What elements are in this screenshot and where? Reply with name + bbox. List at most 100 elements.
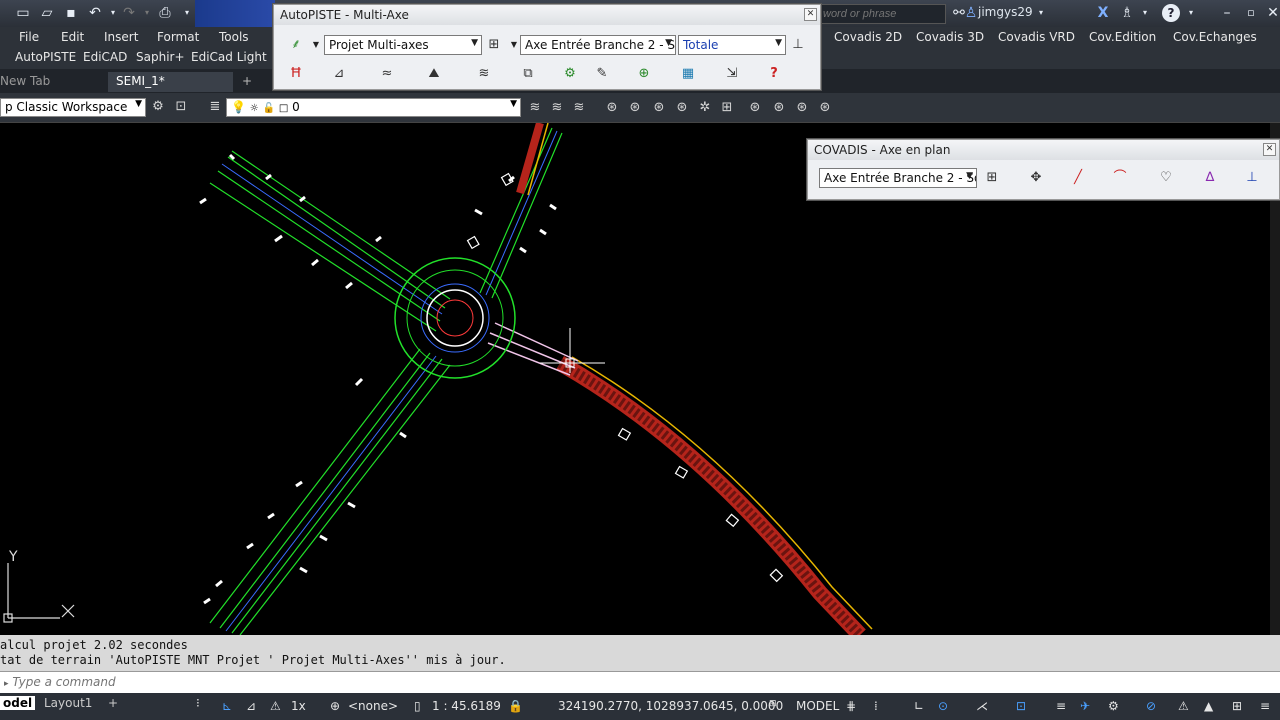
command-input[interactable] <box>12 675 613 689</box>
layer-tool-6-icon[interactable]: ⊛ <box>650 99 668 117</box>
profile-icon[interactable]: ⊥ <box>788 35 808 55</box>
project-select[interactable]: Projet Multi-axes ▼ <box>324 35 482 55</box>
chevron-down-icon[interactable]: ▼ <box>306 35 326 55</box>
otrack-icon[interactable]: ⊡ <box>1016 699 1026 713</box>
layer-tool-7-icon[interactable]: ⊛ <box>673 99 691 117</box>
user-dropdown-icon[interactable]: ▾ <box>1032 4 1050 22</box>
help-icon[interactable]: ? <box>764 64 784 84</box>
menu-saphir[interactable]: Saphir+ <box>136 50 185 64</box>
covadis-axis-select[interactable]: Axe Entrée Branche 2 - Sortie▼ <box>819 168 977 188</box>
user-name[interactable]: jimgys29 <box>978 5 1033 19</box>
line-icon[interactable]: ╱ <box>1068 168 1088 188</box>
curve-tool-icon[interactable]: ♡ <box>1156 168 1176 188</box>
layer-tool-11-icon[interactable]: ⊛ <box>770 99 788 117</box>
axis-select[interactable]: Axe Entrée Branche 2 - Sorti▼ <box>520 35 676 55</box>
layer-select[interactable]: 💡 ☼ 🔓 □ 0 ▼ <box>226 98 521 117</box>
long-profile-icon[interactable]: ⊿ <box>329 64 349 84</box>
polar-icon[interactable]: ⊙ <box>938 699 948 713</box>
add-layout-icon[interactable]: + <box>108 696 118 710</box>
clean-screen-icon[interactable]: ▲ <box>1204 699 1213 713</box>
grid-icon[interactable]: ⋕ <box>846 699 856 713</box>
command-line[interactable]: ▸ <box>0 671 1280 693</box>
print-icon[interactable]: ⎙ <box>156 4 174 22</box>
grid-axis-icon[interactable]: ⊞ <box>982 168 1002 188</box>
layer-tool-8-icon[interactable]: ✲ <box>696 99 714 117</box>
menu-file[interactable]: File <box>19 30 39 44</box>
settings-icon[interactable]: ⚙ <box>560 64 580 84</box>
tab-layout1[interactable]: Layout1 <box>44 696 92 710</box>
terrain-icon[interactable]: ⛰ <box>424 64 444 84</box>
menu-covadis-3d[interactable]: Covadis 3D <box>916 30 984 44</box>
redo-dropdown-icon[interactable]: ▾ <box>138 4 156 22</box>
account-icon[interactable]: ♗ <box>1118 4 1136 22</box>
tab-semi-1[interactable]: SEMI_1* <box>108 72 233 92</box>
menu-covadis-2d[interactable]: Covadis 2D <box>834 30 902 44</box>
menu-edit[interactable]: Edit <box>61 30 84 44</box>
annotation-scale[interactable]: 1x <box>291 699 306 713</box>
close-window-icon[interactable]: ✕ <box>1264 4 1280 22</box>
account-dropdown-icon[interactable]: ▾ <box>1136 4 1154 22</box>
menu-cov-echanges[interactable]: Cov.Echanges <box>1173 30 1257 44</box>
open-file-icon[interactable]: ▱ <box>38 4 56 22</box>
tab-new-tab[interactable]: New Tab <box>0 72 58 92</box>
menu-cov-edition[interactable]: Cov.Edition <box>1089 30 1156 44</box>
menu-covadis-vrd[interactable]: Covadis VRD <box>998 30 1075 44</box>
layers-icon[interactable]: ⧉ <box>518 64 538 84</box>
close-icon[interactable]: ✕ <box>804 8 817 21</box>
project-icon[interactable]: ⸙ <box>286 35 306 55</box>
layer-tool-9-icon[interactable]: ⊞ <box>718 99 736 117</box>
help-icon[interactable]: ? <box>1162 4 1180 22</box>
menu-edicad-light[interactable]: EdiCad Light <box>191 50 267 64</box>
undo-icon[interactable]: ↶ <box>86 4 104 22</box>
3d-view-icon[interactable]: ▦ <box>678 64 698 84</box>
layer-tool-4-icon[interactable]: ⊛ <box>603 99 621 117</box>
globe-icon[interactable]: ⊕ <box>330 699 340 713</box>
ortho-mode-icon[interactable]: ∟ <box>914 699 924 713</box>
covadis-title-bar[interactable]: COVADIS - Axe en plan ✕ <box>808 140 1279 160</box>
close-icon[interactable]: ✕ <box>1263 143 1276 156</box>
workspace-settings-icon[interactable]: ⊡ <box>172 98 190 116</box>
ucs-status-icon[interactable]: ⊞ <box>769 699 777 709</box>
axis-tool-icon[interactable]: ⊞ <box>484 35 504 55</box>
dimension-icon[interactable]: ⊥ <box>1242 168 1262 188</box>
redo-icon[interactable]: ↷ <box>120 4 138 22</box>
search-input[interactable] <box>818 4 946 24</box>
viewport-icon[interactable]: ▯ <box>414 699 421 713</box>
ortho-icon[interactable]: ⊿ <box>246 699 256 713</box>
layer-tool-2-icon[interactable]: ≋ <box>548 99 566 117</box>
angle-icon[interactable]: ∆ <box>1200 168 1220 188</box>
viewport-scale[interactable]: 1 : 45.6189 <box>432 699 501 713</box>
menu-insert[interactable]: Insert <box>104 30 138 44</box>
exchange-icon[interactable]: X <box>1094 4 1112 22</box>
annotation-visibility[interactable]: <none> <box>348 699 398 713</box>
workspace-select[interactable]: p Classic Workspace ▼ <box>0 98 146 117</box>
status-menu-icon[interactable]: ⁝ <box>196 696 200 710</box>
calculate-icon[interactable]: ⊕ <box>634 64 654 84</box>
isolate-icon[interactable]: ⊘ <box>1146 699 1156 713</box>
layer-tool-10-icon[interactable]: ⊛ <box>746 99 764 117</box>
status-menu-icon[interactable]: ≡ <box>1260 699 1270 713</box>
workspace-gear-icon[interactable]: ⚙ <box>1108 699 1119 713</box>
surface-icon[interactable]: ≋ <box>474 64 494 84</box>
menu-tools[interactable]: Tools <box>219 30 249 44</box>
annotation-scale-icon[interactable]: ⚠ <box>270 699 281 713</box>
layer-tool-1-icon[interactable]: ≋ <box>526 99 544 117</box>
move-icon[interactable]: ✥ <box>1026 168 1046 188</box>
new-file-icon[interactable]: ▭ <box>14 4 32 22</box>
model-space-toggle[interactable]: MODEL <box>796 699 839 713</box>
mode-select[interactable]: Totale ▼ <box>678 35 786 55</box>
minimize-icon[interactable]: – <box>1218 4 1236 22</box>
layer-tool-5-icon[interactable]: ⊛ <box>626 99 644 117</box>
help-dropdown-icon[interactable]: ▾ <box>1182 4 1200 22</box>
cross-section-icon[interactable]: Ħ <box>286 64 306 84</box>
tab-model[interactable]: odel <box>0 696 36 710</box>
alignment-icon[interactable]: ≈ <box>377 64 397 84</box>
qat-dropdown-icon[interactable]: ▾ <box>178 4 196 22</box>
restore-icon[interactable]: ▫ <box>1242 4 1260 22</box>
snap-mode-icon[interactable]: ⁞ <box>874 699 878 713</box>
lock-icon[interactable]: 🔒 <box>508 699 523 713</box>
layer-tool-12-icon[interactable]: ⊛ <box>793 99 811 117</box>
osnap-icon[interactable]: ⋌ <box>976 699 988 713</box>
menu-autopiste[interactable]: AutoPISTE <box>15 50 76 64</box>
snap-icon[interactable]: ⊾ <box>222 699 232 713</box>
